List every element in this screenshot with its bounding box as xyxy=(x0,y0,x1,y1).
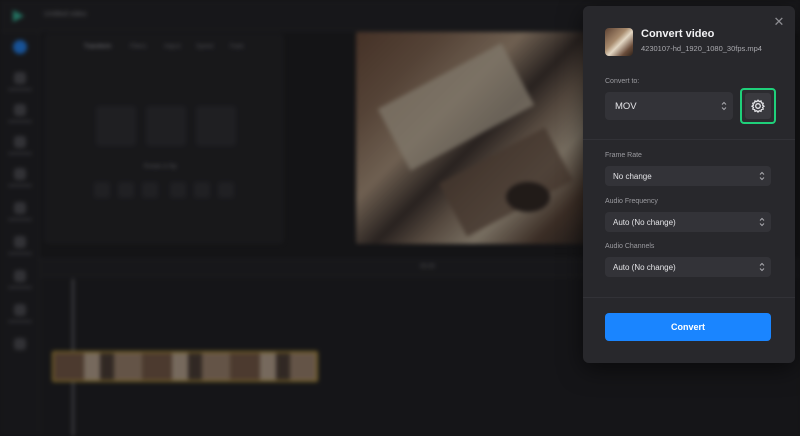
tab-filters[interactable]: Filters xyxy=(130,44,146,50)
rail-item-transitions-icon[interactable] xyxy=(14,236,26,248)
chevron-up-down-icon xyxy=(759,171,765,181)
chevron-up-down-icon xyxy=(759,217,765,227)
rotate-button[interactable] xyxy=(218,182,234,198)
project-title[interactable]: Untitled video xyxy=(44,11,86,18)
convert-to-label: Convert to: xyxy=(605,78,640,85)
transform-option-button[interactable] xyxy=(96,106,136,146)
video-thumbnail xyxy=(605,28,633,56)
rail-item-label xyxy=(8,252,32,255)
rotate-button[interactable] xyxy=(118,182,134,198)
rotate-button[interactable] xyxy=(94,182,110,198)
flip-button[interactable] xyxy=(170,182,186,198)
video-clip[interactable] xyxy=(52,351,318,382)
divider xyxy=(583,139,795,140)
rail-item-label xyxy=(8,88,32,91)
audio-frequency-label: Audio Frequency xyxy=(605,198,658,205)
timecode: 00:00 xyxy=(420,264,436,270)
tab-adjust[interactable]: Adjust xyxy=(164,44,181,50)
rail-item-elements-icon[interactable] xyxy=(14,202,26,214)
format-select[interactable]: MOV xyxy=(605,92,733,120)
rail-item-help-icon[interactable] xyxy=(14,338,26,350)
rail-item-label xyxy=(8,120,32,123)
tab-transform[interactable]: Transform xyxy=(84,44,111,50)
divider xyxy=(583,297,795,298)
rail-item-label xyxy=(8,218,32,221)
transform-option-button[interactable] xyxy=(196,106,236,146)
rail-item-text-icon[interactable] xyxy=(14,104,26,116)
rotate-button[interactable] xyxy=(194,182,210,198)
rail-item-record-icon[interactable] xyxy=(14,270,26,282)
format-settings-button[interactable] xyxy=(740,88,776,124)
convert-button[interactable]: Convert xyxy=(605,313,771,341)
audio-channels-select[interactable]: Auto (No change) xyxy=(605,257,771,277)
audio-frequency-select[interactable]: Auto (No change) xyxy=(605,212,771,232)
section-label: Rotate & flip xyxy=(144,164,177,170)
format-value: MOV xyxy=(615,101,637,112)
audio-frequency-value: Auto (No change) xyxy=(613,218,676,227)
chevron-up-down-icon xyxy=(721,101,727,111)
rail-item-label xyxy=(8,184,32,187)
file-name: 4230107-hd_1920_1080_30fps.mp4 xyxy=(641,44,762,53)
rail-item-label xyxy=(8,320,32,323)
frame-rate-label: Frame Rate xyxy=(605,152,642,159)
rail-item-media-icon[interactable] xyxy=(14,72,26,84)
close-icon[interactable]: ✕ xyxy=(773,15,785,28)
convert-video-dialog: ✕ Convert video 4230107-hd_1920_1080_30f… xyxy=(583,6,795,363)
rail-item-label xyxy=(8,286,32,289)
gear-icon xyxy=(750,99,766,113)
tab-fade[interactable]: Fade xyxy=(230,44,244,50)
rail-item-audio-icon[interactable] xyxy=(14,136,26,148)
dialog-title: Convert video xyxy=(641,28,715,40)
audio-channels-value: Auto (No change) xyxy=(613,263,676,272)
add-media-icon[interactable] xyxy=(13,40,27,54)
frame-rate-value: No change xyxy=(613,172,652,181)
audio-channels-label: Audio Channels xyxy=(605,243,655,250)
rail-item-label xyxy=(8,152,32,155)
video-preview[interactable] xyxy=(356,32,586,244)
tab-speed[interactable]: Speed xyxy=(196,44,213,50)
flip-button[interactable] xyxy=(142,182,158,198)
rail-item-subtitles-icon[interactable] xyxy=(14,168,26,180)
left-rail xyxy=(0,32,40,435)
chevron-up-down-icon xyxy=(759,262,765,272)
transform-option-button[interactable] xyxy=(146,106,186,146)
rail-item-settings-icon[interactable] xyxy=(14,304,26,316)
app-logo-icon xyxy=(13,10,24,22)
properties-panel: Transform Filters Adjust Speed Fade Rota… xyxy=(44,34,284,244)
frame-rate-select[interactable]: No change xyxy=(605,166,771,186)
